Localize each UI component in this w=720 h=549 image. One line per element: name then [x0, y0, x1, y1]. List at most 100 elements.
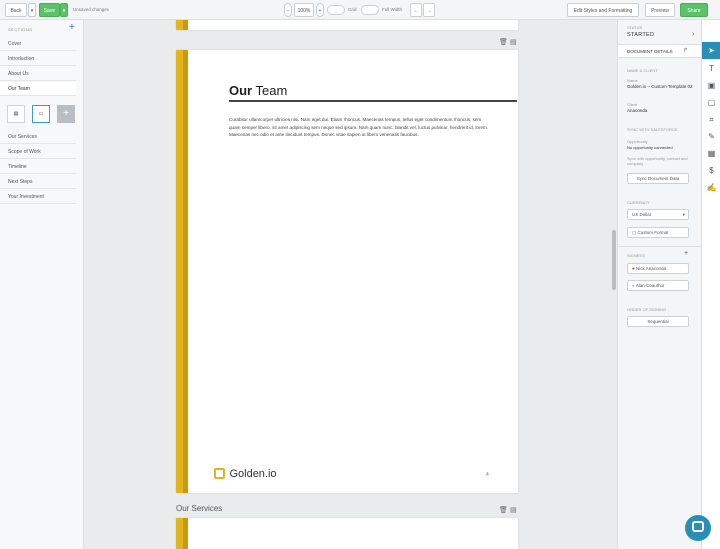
canvas-scrollbar[interactable] — [612, 230, 616, 290]
document-canvas[interactable]: 🗑 ▤ Our Team Curabitur ullamcorper ultri… — [84, 20, 617, 549]
zoom-select[interactable]: 100% — [294, 3, 314, 17]
chat-support-button[interactable] — [685, 515, 711, 541]
page-thumbnail-icon: ▤ — [13, 111, 19, 117]
edit-styles-button[interactable]: Edit Styles and Formatting — [567, 3, 639, 17]
signee-name: Nick Anaconda — [635, 266, 667, 271]
page-title-bold: Our — [229, 83, 253, 98]
preview-button[interactable]: Preview — [645, 3, 675, 17]
tool-icon-bar: ➤ T ▣ ▢ ⌗ ✎ ▦ $ ✍ — [701, 20, 720, 549]
add-section-button[interactable]: + — [69, 23, 75, 33]
expand-icon[interactable]: ↱ — [683, 47, 688, 54]
sync-hint: Sync with opportunity, contact and compa… — [627, 156, 688, 166]
sync-document-button[interactable]: Sync Document Data — [627, 173, 689, 184]
document-details-panel: STATUS STARTED › DOCUMENT DETAILS ↱ NAME… — [617, 20, 702, 549]
tab-label: DOCUMENT DETAILS — [627, 49, 673, 54]
signee-item[interactable]: ● Nick Anaconda — [627, 263, 689, 274]
page-body-text[interactable]: Curabitur ullamcorper ultricies nisi. Na… — [229, 116, 491, 139]
comment-page-icon[interactable]: ▤ — [510, 38, 517, 46]
signature-icon[interactable]: ✍ — [702, 179, 720, 196]
sections-heading: SECTIONS — [8, 27, 33, 32]
save-dropdown-button[interactable]: ▾ — [60, 3, 68, 17]
currency-heading: CURRENCY — [627, 200, 650, 205]
previous-page — [176, 20, 518, 30]
title-divider — [229, 100, 517, 102]
sidebar-item-your-investment[interactable]: Your Investment — [0, 190, 76, 204]
full-width-label: Full Width — [382, 7, 403, 12]
page-stripe-dark — [183, 50, 188, 493]
signee-item[interactable]: ● Alan Coauthor — [627, 280, 689, 291]
comment-page-icon[interactable]: ▤ — [510, 506, 517, 514]
client-label: Client — [627, 102, 638, 107]
sidebar-item-our-team[interactable]: Our Team — [0, 82, 76, 96]
add-signee-button[interactable]: + — [684, 250, 688, 257]
text-icon[interactable]: T — [702, 60, 720, 77]
status-value: STARTED — [627, 32, 655, 38]
currency-select[interactable]: US Dollar ▾ — [627, 209, 689, 220]
document-page[interactable]: Our Team Curabitur ullamcorper ultricies… — [176, 50, 518, 493]
name-client-heading: NAME & CLIENT — [627, 68, 658, 73]
zoom-in-button[interactable]: + — [316, 3, 324, 17]
image-icon[interactable]: ▣ — [702, 77, 720, 94]
page-thumbnail[interactable]: ▤ — [7, 105, 25, 123]
minus-icon: − — [286, 8, 290, 14]
next-page[interactable] — [176, 518, 518, 549]
signing-order-button[interactable]: Sequential — [627, 316, 689, 327]
page-title[interactable]: Our Team — [229, 83, 287, 98]
signees-heading: SIGNEES — [627, 253, 645, 258]
logo-text: Golden.io — [229, 467, 277, 480]
crop-icon[interactable]: ⌗ — [702, 111, 720, 128]
sidebar-item-next-steps[interactable]: Next Steps — [0, 175, 76, 189]
sidebar-item-cover[interactable]: Cover — [0, 37, 76, 51]
chevron-right-icon[interactable]: › — [692, 31, 694, 38]
page-thumbnail-selected[interactable]: ▭ — [32, 105, 50, 123]
full-width-toggle[interactable] — [361, 5, 379, 15]
page-stripe — [176, 50, 183, 493]
delete-page-icon[interactable]: 🗑 — [499, 506, 508, 514]
delete-page-icon[interactable]: 🗑 — [499, 38, 508, 46]
sidebar-item-scope-of-work[interactable]: Scope of Work — [0, 145, 76, 159]
currency-value: US Dollar — [632, 212, 652, 217]
page-stripe-dark — [183, 518, 188, 549]
redo-icon: → — [426, 8, 432, 14]
back-dropdown-button[interactable]: ▾ — [28, 3, 36, 17]
status-label: STATUS — [627, 25, 643, 30]
next-section-label: Our Services — [176, 504, 223, 513]
pointer-icon[interactable]: ➤ — [702, 42, 720, 59]
page-stripe — [176, 518, 183, 549]
sidebar-item-about-us[interactable]: About Us — [0, 67, 76, 81]
signee-dot-icon: ● — [632, 266, 635, 271]
grid-label: Grid — [348, 7, 357, 12]
custom-format-checkbox[interactable]: ▢ Custom Format — [627, 227, 689, 238]
pen-icon[interactable]: ✎ — [702, 128, 720, 145]
sidebar-item-our-services[interactable]: Our Services — [0, 130, 76, 144]
document-details-tab[interactable]: DOCUMENT DETAILS ↱ — [618, 44, 702, 58]
sidebar-item-timeline[interactable]: Timeline — [0, 160, 76, 174]
undo-icon: ← — [413, 8, 419, 14]
golden-logo-icon — [214, 468, 225, 480]
plus-icon: + — [318, 8, 322, 14]
client-value[interactable]: Anaconda — [627, 108, 647, 113]
opportunity-label: Opportunity — [627, 139, 648, 144]
top-toolbar: Back ▾ Save ▾ Unsaved changes − 100% + G… — [0, 0, 720, 20]
save-button[interactable]: Save — [39, 3, 60, 17]
salesforce-heading: SYNC WITH SALESFORCE — [627, 127, 678, 132]
chevron-down-icon: ▾ — [62, 8, 66, 14]
sidebar-item-introduction[interactable]: Introduction — [0, 52, 76, 66]
chat-icon — [692, 521, 704, 532]
chevron-down-icon: ▾ — [682, 212, 685, 217]
name-value[interactable]: Golden.io – Custom Template 02 — [627, 84, 693, 90]
save-status-text: Unsaved changes — [73, 7, 110, 12]
panel-divider — [618, 246, 702, 247]
pricing-icon[interactable]: $ — [702, 162, 720, 179]
share-button[interactable]: Share — [680, 3, 708, 17]
back-button[interactable]: Back — [5, 3, 27, 17]
redo-button[interactable]: → — [423, 3, 435, 17]
opportunity-value: No opportunity connected — [627, 145, 673, 150]
add-page-button[interactable]: + — [57, 105, 75, 123]
grid-toggle[interactable] — [327, 5, 345, 15]
zoom-out-button[interactable]: − — [284, 3, 292, 17]
video-icon[interactable]: ▢ — [702, 94, 720, 111]
undo-button[interactable]: ← — [410, 3, 422, 17]
table-icon[interactable]: ▦ — [702, 145, 720, 162]
sections-sidebar: SECTIONS + Cover Introduction About Us O… — [0, 20, 84, 549]
